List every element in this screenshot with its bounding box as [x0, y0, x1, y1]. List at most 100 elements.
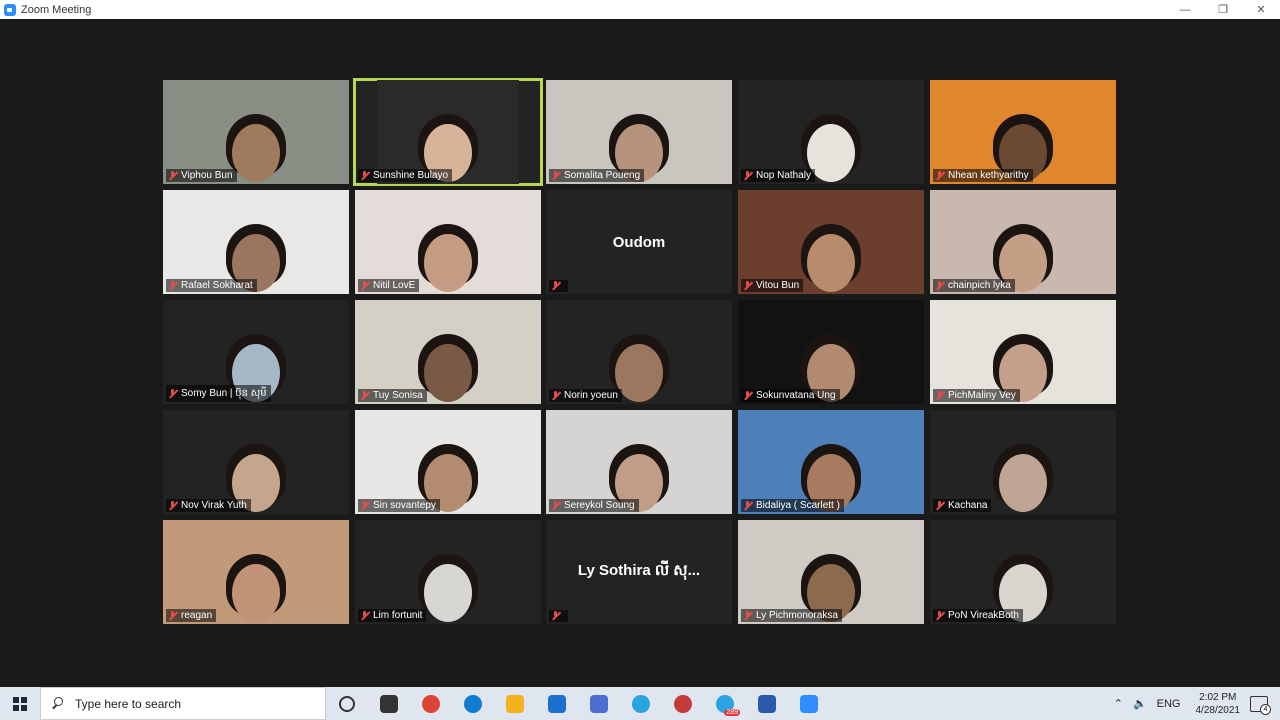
participant-name: Vitou Bun [756, 280, 800, 291]
muted-mic-icon [935, 390, 944, 401]
participant-name-label [549, 610, 568, 622]
participant-face [999, 454, 1047, 512]
participant-name-label: Nitil LovE [358, 279, 420, 292]
participant-name-label: Sin sovantepy [358, 499, 440, 512]
telegram-badge-button[interactable]: 289 [704, 687, 746, 720]
chrome-profile-icon [674, 694, 692, 713]
participant-name-label: PichMaliny Vey [933, 389, 1020, 402]
participant-tile[interactable]: Nop Nathaly [738, 80, 924, 184]
participant-tile[interactable]: Somalita Poueng [546, 80, 732, 184]
participant-name: Rafael Sokharat [181, 280, 253, 291]
tray-chevron-icon[interactable]: ⌃ [1114, 697, 1123, 710]
close-button[interactable]: ✕ [1242, 0, 1280, 19]
clock[interactable]: 2:02 PM 4/28/2021 [1196, 691, 1241, 717]
participant-tile[interactable]: Nhean kethyarithy [930, 80, 1116, 184]
edge-button[interactable] [452, 687, 494, 720]
chrome-button[interactable] [410, 687, 452, 720]
participant-name: Nov Virak Yuth [181, 500, 247, 511]
zoom-button[interactable] [788, 687, 830, 720]
participant-tile[interactable]: Tuy Sonisa [355, 300, 541, 404]
participant-tile[interactable]: Sokunvatana Ung [738, 300, 924, 404]
system-tray: ⌃ 🔈 ENG 2:02 PM 4/28/2021 4 [1109, 687, 1280, 720]
participant-name: Sereykol Soung [564, 500, 635, 511]
title-bar: Zoom Meeting — ❐ ✕ [0, 0, 1280, 19]
participant-tile[interactable]: Nov Virak Yuth [163, 410, 349, 514]
muted-mic-icon [168, 388, 177, 399]
participant-face [807, 234, 855, 292]
task-view-button[interactable] [368, 687, 410, 720]
participant-tile[interactable]: Bidaliya ( Scarlett ) [738, 410, 924, 514]
mail-button[interactable] [536, 687, 578, 720]
participant-name: Nhean kethyarithy [948, 170, 1029, 181]
participant-face [424, 344, 472, 402]
participant-name: Norin yoeun [564, 390, 618, 401]
participant-tile[interactable]: Viphou Bun [163, 80, 349, 184]
tray-speaker-icon[interactable]: 🔈 [1133, 697, 1147, 710]
participant-tile[interactable]: Vitou Bun [738, 190, 924, 294]
participant-name-label: Ly Pichmonoraksa [741, 609, 842, 622]
participant-tile[interactable]: Somy Bun | ប៊ុន សុមី [163, 300, 349, 404]
participant-display-name: Oudom [612, 233, 666, 251]
muted-mic-icon [935, 610, 944, 621]
participant-name: reagan [181, 610, 213, 621]
participant-tile[interactable]: Rafael Sokharat [163, 190, 349, 294]
muted-mic-icon [551, 390, 560, 401]
chrome-profile-button[interactable] [662, 687, 704, 720]
taskbar-search-box[interactable]: Type here to search [40, 687, 326, 720]
participant-tile[interactable]: reagan [163, 520, 349, 624]
participant-name: Sin sovantepy [373, 500, 436, 511]
cortana-icon [339, 695, 355, 712]
participant-name-label: Sereykol Soung [549, 499, 639, 512]
muted-mic-icon [360, 170, 369, 181]
participant-tile[interactable]: Kachana [930, 410, 1116, 514]
participant-name-label [549, 280, 568, 292]
participant-face [232, 564, 280, 622]
taskbar: Type here to search 289 ⌃ 🔈 ENG 2:02 PM … [0, 687, 1280, 720]
tray-language[interactable]: ENG [1157, 698, 1181, 710]
participant-tile[interactable]: Sereykol Soung [546, 410, 732, 514]
participant-tile[interactable]: PoN VireakBoth [930, 520, 1116, 624]
whiteboard-button[interactable] [578, 687, 620, 720]
telegram-button[interactable] [620, 687, 662, 720]
participant-name-label: PoN VireakBoth [933, 609, 1023, 622]
participant-tile[interactable]: PichMaliny Vey [930, 300, 1116, 404]
restore-button[interactable]: ❐ [1204, 0, 1242, 19]
participant-tile[interactable]: Lim fortunit [355, 520, 541, 624]
participant-name-label: Nop Nathaly [741, 169, 816, 182]
participant-name: Nitil LovE [373, 280, 416, 291]
muted-mic-icon [360, 280, 369, 291]
windows-logo-icon [13, 696, 27, 711]
zoom-app-icon [4, 3, 16, 16]
word-icon [758, 694, 776, 713]
participant-name-label: Kachana [933, 499, 992, 512]
participant-name-label: Norin yoeun [549, 389, 622, 402]
muted-mic-icon [935, 170, 944, 181]
participant-tile[interactable]: Ly Sothira លី សុ... [546, 520, 732, 624]
participant-name: Sunshine Bulayo [373, 170, 449, 181]
participant-name-label: Lim fortunit [358, 609, 427, 622]
muted-mic-icon [743, 500, 752, 511]
word-button[interactable] [746, 687, 788, 720]
participant-tile[interactable]: Sunshine Bulayo [353, 78, 543, 186]
participant-tile[interactable]: Nitil LovE [355, 190, 541, 294]
notification-center-icon[interactable]: 4 [1250, 695, 1271, 715]
muted-mic-icon [360, 500, 369, 511]
participant-name: Somy Bun | ប៊ុន សុមី [181, 388, 267, 399]
participant-name-label: Nov Virak Yuth [166, 499, 251, 512]
minimize-button[interactable]: — [1166, 0, 1204, 19]
participant-tile[interactable]: chainpich lyka [930, 190, 1116, 294]
participant-tile[interactable]: Norin yoeun [546, 300, 732, 404]
participant-name: Bidaliya ( Scarlett ) [756, 500, 840, 511]
participant-name-label: Sunshine Bulayo [358, 169, 453, 182]
participant-name-label: Somy Bun | ប៊ុន សុមី [166, 385, 271, 402]
telegram-unread-badge: 289 [724, 709, 740, 716]
participant-name: PichMaliny Vey [948, 390, 1016, 401]
cortana-button[interactable] [326, 687, 368, 720]
file-explorer-button[interactable] [494, 687, 536, 720]
participant-tile[interactable]: Oudom [546, 190, 732, 294]
participant-tile[interactable]: Ly Pichmonoraksa [738, 520, 924, 624]
start-button[interactable] [0, 687, 40, 720]
participant-tile[interactable]: Sin sovantepy [355, 410, 541, 514]
participant-face [424, 234, 472, 292]
muted-mic-icon [743, 280, 752, 291]
